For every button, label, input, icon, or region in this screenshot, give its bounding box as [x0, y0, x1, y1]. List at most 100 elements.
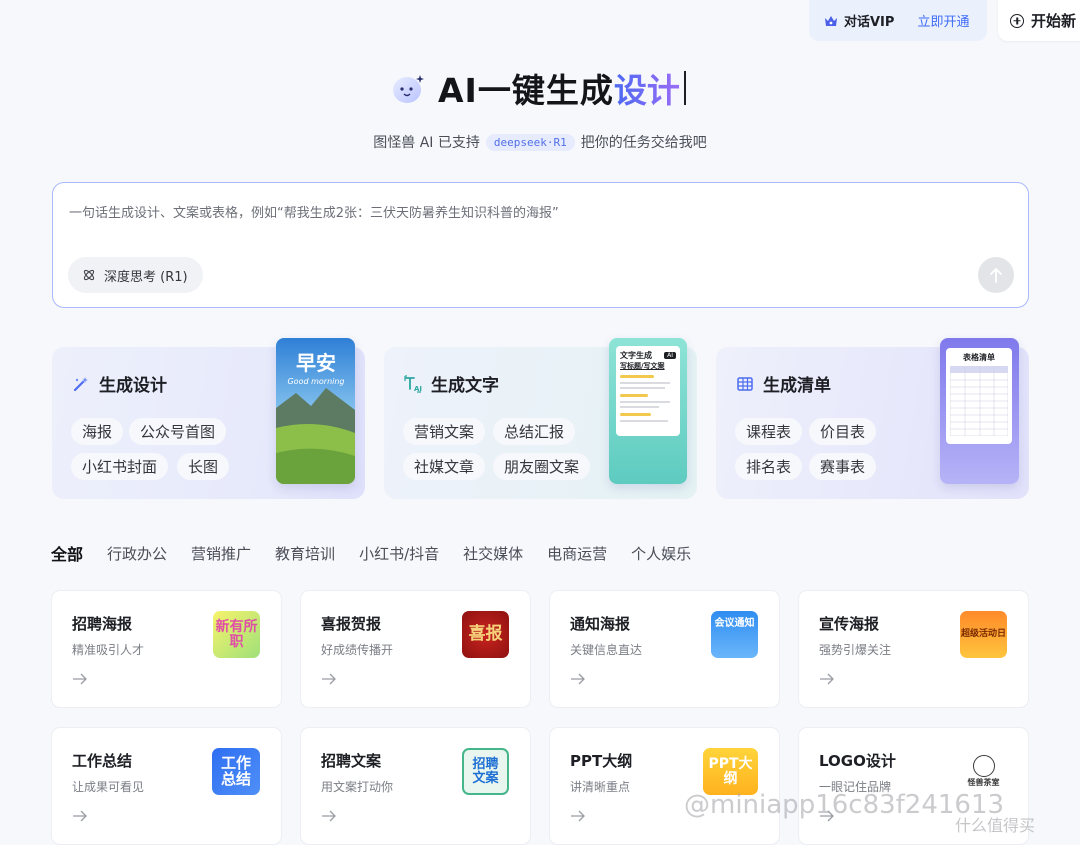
template-subtitle: 讲清晰重点 [570, 780, 631, 794]
subline-after: 把你的任务交给我吧 [580, 135, 707, 151]
notice-icon: 会议通知 [711, 611, 758, 658]
corner-watermark: 什么值得买 [955, 816, 1036, 835]
arrow-right-icon [322, 810, 336, 822]
ppt-outline-icon: PPT大纲 [703, 748, 758, 795]
template-card[interactable]: 通知海报 关键信息直达 会议通知 [550, 591, 779, 707]
vip-open-link[interactable]: 立即开通 [917, 11, 969, 30]
template-title: 喜报贺报 [321, 615, 382, 633]
feature-card-design[interactable]: 生成设计 海报 公众号首图 小红书封面 长图 早安 Good morning [52, 338, 365, 499]
template-title: 宣传海报 [819, 615, 880, 633]
arrow-right-icon [571, 810, 585, 822]
hero-title-accent: 设计 [614, 64, 680, 112]
arrow-up-icon [990, 268, 1002, 283]
feature-title: 生成清单 [736, 371, 831, 396]
template-subtitle: 强势引爆关注 [819, 643, 892, 657]
atom-icon [83, 269, 95, 281]
chip-wechat-cover[interactable]: 公众号首图 [129, 418, 227, 445]
good-news-icon: 喜报 [462, 611, 509, 658]
template-card[interactable]: 喜报贺报 好成绩传播开 喜报 [301, 591, 530, 707]
new-chat-button[interactable]: 开始新 [998, 0, 1080, 41]
thumb-badge: AI [664, 352, 676, 359]
crown-icon [825, 15, 837, 26]
magic-wand-icon [73, 376, 88, 391]
subline-before: 图怪兽 AI 已支持 [373, 135, 480, 151]
hero-title: AI一键生成 [438, 71, 614, 110]
table-icon [737, 376, 753, 391]
tab-admin-office[interactable]: 行政办公 [107, 543, 167, 564]
template-card[interactable]: 招聘海报 精准吸引人才 新有所职 [52, 591, 281, 707]
template-subtitle: 精准吸引人才 [72, 643, 145, 657]
text-caret [683, 71, 686, 105]
tab-all[interactable]: 全部 [51, 541, 83, 565]
feature-title: 生成设计 [72, 371, 167, 396]
text-thumbnail: 文字生成 AI 写标题/写文案 [609, 338, 687, 484]
thumb-sub: Good morning [287, 377, 344, 386]
logo-design-icon: 怪兽茶室 [960, 748, 1007, 795]
tab-xhs-douyin[interactable]: 小红书/抖音 [359, 543, 439, 564]
template-subtitle: 用文案打动你 [321, 780, 394, 794]
recruit-copy-icon: 招聘文案 [462, 748, 509, 795]
template-title: PPT大纲 [570, 752, 633, 770]
work-summary-icon: 工作总结 [212, 748, 260, 795]
svg-text:AI: AI [414, 385, 422, 393]
chip-match-table[interactable]: 赛事表 [809, 453, 877, 480]
vip-bar[interactable]: 对话VIP 立即开通 [809, 0, 987, 41]
list-thumbnail: 表格清单 [940, 338, 1019, 484]
template-title: 工作总结 [72, 752, 133, 770]
deepseek-badge: deepseek·R1 [485, 133, 575, 151]
template-card[interactable]: PPT大纲 讲清晰重点 PPT大纲 [550, 728, 779, 844]
thumb-text: 早安 [296, 351, 336, 375]
template-title: 招聘海报 [72, 615, 133, 633]
chip-xhs-cover[interactable]: 小红书封面 [71, 453, 169, 480]
arrow-right-icon [820, 673, 834, 685]
text-ai-icon: AI [404, 374, 422, 393]
chip-moments-copy[interactable]: 朋友圈文案 [493, 453, 591, 480]
template-card[interactable]: 招聘文案 用文案打动你 招聘文案 [301, 728, 530, 844]
arrow-right-icon [571, 673, 585, 685]
vip-label: 对话VIP [844, 15, 895, 30]
template-card[interactable]: 宣传海报 强势引爆关注 超级活动日 [799, 591, 1028, 707]
prompt-input-box[interactable]: 一句话生成设计、文案或表格，例如“帮我生成2张：三伏天防暑养生知识科普的海报” … [52, 182, 1029, 308]
template-card[interactable]: 工作总结 让成果可看见 工作总结 [52, 728, 281, 844]
chip-poster[interactable]: 海报 [71, 418, 124, 445]
deep-think-label: 深度思考 (R1) [104, 269, 188, 285]
feature-title: AI 生成文字 [404, 371, 499, 396]
tab-marketing[interactable]: 营销推广 [191, 543, 251, 564]
category-tabs: 全部 行政办公 营销推广 教育培训 小红书/抖音 社交媒体 电商运营 个人娱乐 [51, 541, 715, 565]
tab-entertainment[interactable]: 个人娱乐 [631, 543, 691, 564]
template-subtitle: 让成果可看见 [72, 780, 145, 794]
send-button[interactable] [978, 257, 1014, 293]
tab-education[interactable]: 教育培训 [275, 543, 335, 564]
chip-long-image[interactable]: 长图 [177, 453, 230, 480]
mascot-icon [393, 75, 424, 103]
feature-card-text[interactable]: AI 生成文字 营销文案 总结汇报 社媒文章 朋友圈文案 文字生成 AI 写标题… [384, 338, 697, 499]
prompt-placeholder[interactable]: 一句话生成设计、文案或表格，例如“帮我生成2张：三伏天防暑养生知识科普的海报” [69, 202, 559, 221]
poster-thumbnail: 早安 Good morning [276, 338, 355, 484]
template-subtitle: 好成绩传播开 [321, 643, 394, 657]
hero-heading: AI一键生成 设计 [388, 66, 686, 110]
arrow-right-icon [73, 673, 87, 685]
chip-summary-report[interactable]: 总结汇报 [493, 418, 576, 445]
template-title: 通知海报 [570, 615, 631, 633]
thumb-title: 表格清单 [963, 353, 995, 362]
recruit-poster-icon: 新有所职 [213, 611, 260, 658]
arrow-right-icon [73, 810, 87, 822]
promo-icon: 超级活动日 [960, 611, 1007, 658]
logo-icon-text: 怪兽茶室 [967, 778, 1000, 788]
chip-schedule[interactable]: 课程表 [735, 418, 803, 445]
tab-ecommerce[interactable]: 电商运营 [547, 543, 607, 564]
chip-marketing-copy[interactable]: 营销文案 [403, 418, 486, 445]
arrow-right-icon [322, 673, 336, 685]
deep-think-toggle[interactable]: 深度思考 (R1) [68, 257, 203, 293]
chip-price-list[interactable]: 价目表 [809, 418, 877, 445]
template-subtitle: 关键信息直达 [570, 643, 643, 657]
chip-ranking[interactable]: 排名表 [735, 453, 803, 480]
new-chat-label: 开始新 [1031, 12, 1077, 30]
template-title: 招聘文案 [321, 752, 382, 770]
chip-social-article[interactable]: 社媒文章 [403, 453, 486, 480]
feature-card-list[interactable]: 生成清单 课程表 价目表 排名表 赛事表 表格清单 [716, 338, 1029, 499]
tab-social-media[interactable]: 社交媒体 [463, 543, 523, 564]
template-title: LOGO设计 [819, 752, 896, 770]
thumb-title: 文字生成 [620, 351, 652, 360]
plus-circle-icon [1010, 13, 1024, 28]
